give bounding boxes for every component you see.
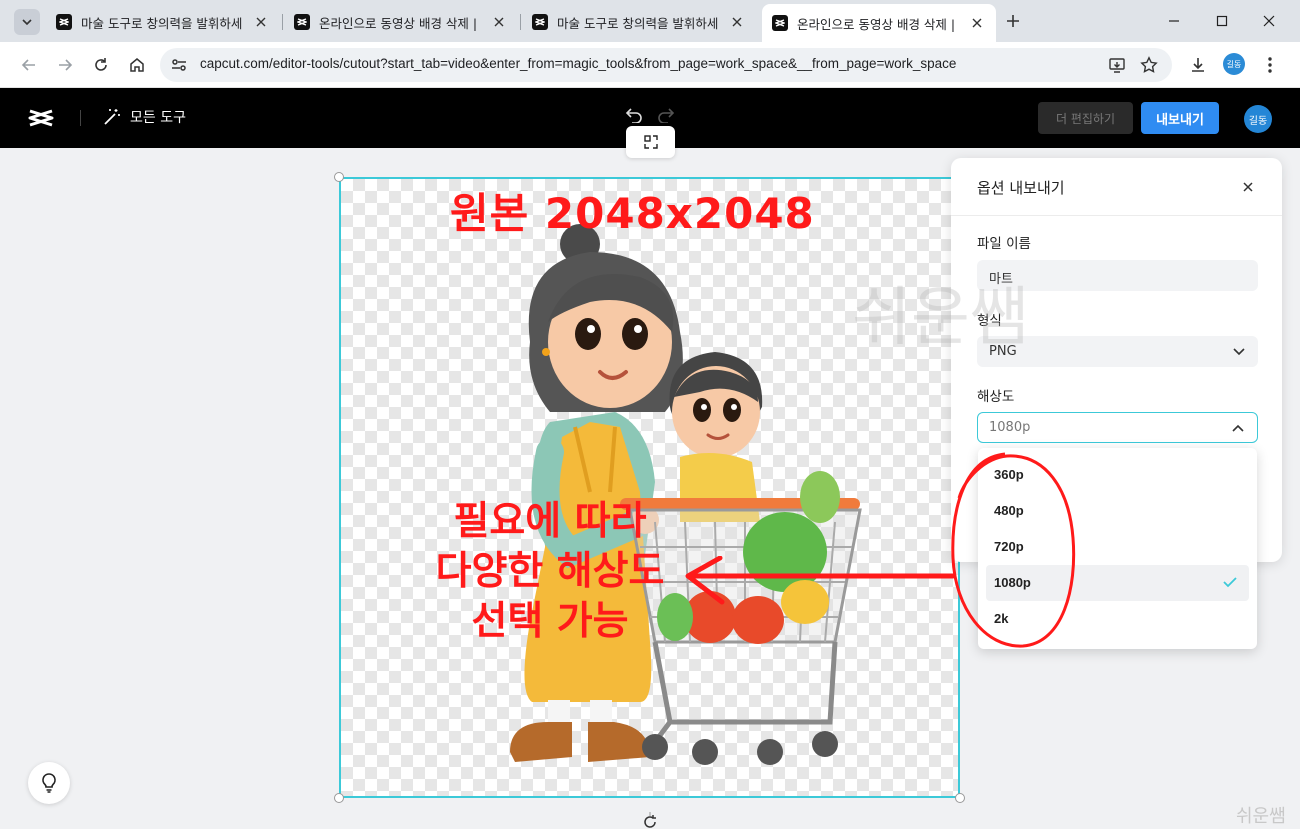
tab-close-icon[interactable] bbox=[968, 14, 986, 32]
chevron-up-icon bbox=[1232, 424, 1244, 432]
user-avatar[interactable]: 길동 bbox=[1244, 105, 1272, 133]
downloads-button[interactable] bbox=[1187, 54, 1209, 76]
panel-header: 옵션 내보내기 bbox=[951, 158, 1282, 216]
tab-close-icon[interactable] bbox=[728, 13, 746, 31]
panel-close-button[interactable] bbox=[1239, 178, 1257, 196]
capcut-favicon-icon bbox=[56, 14, 72, 30]
crop-tool-button[interactable] bbox=[626, 126, 675, 158]
redo-icon bbox=[658, 108, 675, 123]
resize-handle-bottom-right[interactable] bbox=[955, 793, 965, 803]
resolution-value: 1080p bbox=[989, 420, 1031, 435]
file-name-label: 파일 이름 bbox=[977, 236, 1031, 252]
resolution-option-720p[interactable]: 720p bbox=[986, 529, 1249, 565]
download-icon bbox=[1192, 58, 1204, 72]
more-vertical-icon bbox=[1268, 57, 1272, 73]
capcut-favicon-icon bbox=[294, 14, 310, 30]
url-text: capcut.com/editor-tools/cutout?start_tab… bbox=[200, 56, 957, 71]
site-settings-icon[interactable] bbox=[170, 56, 188, 74]
header-divider bbox=[80, 110, 81, 126]
chevron-down-icon bbox=[22, 19, 32, 26]
all-tools-button[interactable]: 모든 도구 bbox=[102, 107, 186, 127]
reload-button[interactable] bbox=[88, 52, 114, 78]
new-tab-button[interactable] bbox=[1002, 10, 1024, 32]
resolution-option-360p[interactable]: 360p bbox=[986, 457, 1249, 493]
capcut-favicon-icon bbox=[532, 14, 548, 30]
tab-close-icon[interactable] bbox=[252, 13, 270, 31]
capcut-logo-icon[interactable] bbox=[28, 106, 54, 130]
tab-title: 온라인으로 동영상 배경 삭제 | bbox=[797, 16, 956, 32]
tab-title: 온라인으로 동영상 배경 삭제 | bbox=[319, 15, 478, 31]
panel-title: 옵션 내보내기 bbox=[977, 179, 1065, 197]
annotation-original-size: 원본 2048x2048 bbox=[450, 189, 815, 238]
minimize-icon bbox=[1169, 20, 1179, 22]
annotation-resolution-note: 필요에 따라 다양한 해상도 선택 가능 bbox=[405, 497, 695, 647]
arrow-left-icon bbox=[21, 59, 35, 71]
lightbulb-icon bbox=[42, 773, 56, 793]
redo-button[interactable] bbox=[655, 104, 677, 126]
forward-button[interactable] bbox=[52, 52, 78, 78]
bookmark-star-icon[interactable] bbox=[1140, 56, 1158, 74]
tab-search-button[interactable] bbox=[14, 9, 40, 35]
tab-title: 마술 도구로 창의력을 발휘하세 bbox=[557, 15, 719, 31]
all-tools-label: 모든 도구 bbox=[130, 110, 186, 126]
browser-menu-button[interactable] bbox=[1259, 54, 1281, 76]
browser-tab-1[interactable]: 마술 도구로 창의력을 발휘하세 bbox=[46, 6, 280, 38]
browser-tab-strip: 마술 도구로 창의력을 발휘하세 온라인으로 동영상 배경 삭제 | 마술 도구… bbox=[0, 0, 1300, 42]
tab-separator bbox=[282, 14, 283, 30]
annotation-line-2: 다양한 해상도 bbox=[435, 549, 665, 594]
home-button[interactable] bbox=[124, 52, 150, 78]
tips-button[interactable] bbox=[28, 762, 70, 804]
checkmark-icon bbox=[1223, 577, 1237, 588]
browser-toolbar: capcut.com/editor-tools/cutout?start_tab… bbox=[0, 42, 1300, 88]
annotation-line-3: 선택 가능 bbox=[471, 599, 629, 644]
install-app-icon[interactable] bbox=[1108, 56, 1126, 74]
browser-tab-3[interactable]: 마술 도구로 창의력을 발휘하세 bbox=[522, 6, 756, 38]
capcut-favicon-icon bbox=[772, 15, 788, 31]
tab-separator bbox=[520, 14, 521, 30]
tab-title: 마술 도구로 창의력을 발휘하세 bbox=[81, 15, 243, 31]
export-button[interactable]: 내보내기 bbox=[1141, 102, 1219, 134]
annotation-line-1: 필요에 따라 bbox=[453, 499, 647, 544]
browser-tab-2[interactable]: 온라인으로 동영상 배경 삭제 | bbox=[284, 6, 518, 38]
plus-icon bbox=[1007, 15, 1019, 27]
address-bar[interactable]: capcut.com/editor-tools/cutout?start_tab… bbox=[160, 48, 1172, 82]
browser-profile-avatar[interactable]: 길동 bbox=[1223, 53, 1245, 75]
browser-tab-active[interactable]: 온라인으로 동영상 배경 삭제 | bbox=[762, 4, 996, 42]
resize-handle-bottom-left[interactable] bbox=[334, 793, 344, 803]
arrow-right-icon bbox=[59, 59, 73, 71]
watermark-corner-text: 쉬운쌤 bbox=[1236, 806, 1286, 827]
undo-button[interactable] bbox=[623, 104, 645, 126]
maximize-button[interactable] bbox=[1208, 8, 1236, 34]
watermark-text: 쉬운쌤 bbox=[852, 281, 1029, 355]
chevron-down-icon bbox=[1233, 348, 1245, 356]
undo-icon bbox=[625, 108, 642, 123]
resize-handle-top-left[interactable] bbox=[334, 172, 344, 182]
minimize-button[interactable] bbox=[1160, 8, 1188, 34]
crop-frame-icon bbox=[643, 135, 658, 149]
reload-icon bbox=[95, 58, 107, 71]
resolution-label: 해상도 bbox=[977, 389, 1015, 405]
home-icon bbox=[130, 58, 144, 72]
window-close-button[interactable] bbox=[1255, 8, 1283, 34]
maximize-icon bbox=[1216, 15, 1228, 27]
close-icon bbox=[1263, 15, 1275, 27]
magic-wand-icon bbox=[104, 109, 120, 125]
resolution-option-480p[interactable]: 480p bbox=[986, 493, 1249, 529]
edit-more-button[interactable]: 더 편집하기 bbox=[1038, 102, 1133, 134]
resolution-option-2k[interactable]: 2k bbox=[986, 601, 1249, 637]
resolution-option-1080p[interactable]: 1080p bbox=[986, 565, 1249, 601]
close-icon bbox=[1243, 182, 1253, 192]
rotate-handle-icon[interactable] bbox=[640, 812, 660, 829]
resolution-dropdown-menu: 360p 480p 720p 1080p 2k bbox=[978, 448, 1257, 649]
tab-close-icon[interactable] bbox=[490, 13, 508, 31]
resolution-select[interactable]: 1080p bbox=[977, 412, 1258, 443]
back-button[interactable] bbox=[16, 52, 42, 78]
